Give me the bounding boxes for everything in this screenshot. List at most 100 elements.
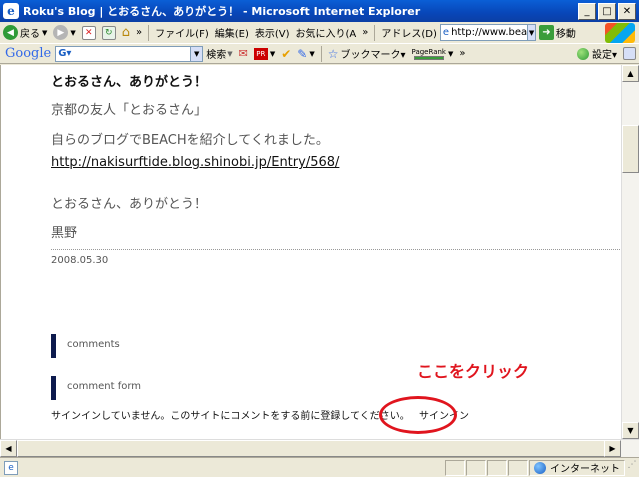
chevron-down-icon[interactable]: ▼ [527,25,535,40]
separator [148,24,150,41]
address-field[interactable]: e http://www.bea ▼ [439,24,536,41]
minimize-icon[interactable]: _ [578,2,596,20]
windows-logo-icon: W [605,22,635,43]
pagerank-bar-button[interactable]: PR ▼ [251,47,278,60]
toolbar-more-button[interactable]: » [133,27,145,38]
toolbar-options-icon [623,47,636,60]
pagerank-label: PageRank [411,47,446,56]
resize-grip-icon[interactable]: ⋰ [625,460,639,476]
google-label: Google [5,46,52,61]
status-cell [487,459,507,476]
google-search-input[interactable]: G▾ ▼ [55,45,204,62]
bookmarks-label: ブックマーク▾ [340,50,406,61]
spellcheck-icon: ✔ [281,46,292,61]
google-toolbar: Google G▾ ▼ 検索 ▼ ✉ PR ▼ ✔ ✎ ▼ ☆ ブックマーク▾ … [0,44,639,64]
scroll-up-icon[interactable]: ▲ [622,65,639,82]
address-label: アドレス(D) [381,29,437,40]
stop-icon: ✕ [81,25,96,40]
chevron-down-icon: ▼ [42,28,48,37]
comment-form-heading: comment form [67,381,142,392]
page-icon: e [442,27,450,38]
google-search-value: G▾ [58,48,72,59]
separator [374,24,376,41]
settings-icon [576,47,589,60]
home-button[interactable]: ⌂ [119,25,133,40]
comments-heading: comments [67,339,120,350]
horizontal-scrollbar[interactable]: ◀ ▶ [0,439,639,457]
scroll-down-icon[interactable]: ▼ [622,422,639,439]
signin-notice-text: サインインしていません。このサイトにコメントをする前に登録してください。 [51,411,410,422]
go-label: 移動 [555,29,576,40]
pagerank-meter [413,55,444,60]
go-arrow-icon: ➜ [538,25,554,40]
security-zone: インターネット [529,459,625,476]
scroll-left-icon[interactable]: ◀ [0,440,17,457]
post-line: 自らのブログでBEACHを紹介してくれました。 [51,133,329,148]
chevron-down-icon[interactable]: ▼ [190,46,203,61]
globe-icon [534,461,546,474]
menu-more-button[interactable]: » [359,27,371,38]
zone-label: インターネット [550,464,620,475]
window-controls: _ □ ✕ [578,2,636,20]
bookmarks-button[interactable]: ☆ ブックマーク▾ [325,46,409,62]
click-here-annotation: ここをクリック [417,362,530,381]
back-label: 戻る [20,29,40,40]
post-date: 2008.05.30 [51,255,109,266]
post-line: とおるさん、ありがとう！ [51,197,208,212]
back-button[interactable]: ◀ 戻る ▼ [0,25,50,40]
post-title: とおるさん、ありがとう！ [51,75,208,90]
menu-file[interactable]: ファイル(F) [152,25,212,40]
pagerank-icon: PR [253,47,268,60]
scroll-thumb[interactable] [17,440,621,457]
autofill-icon: ✎ [297,46,308,61]
settings-button[interactable]: 設定▾ [574,46,620,61]
google-toolbar-more-button[interactable]: » [456,48,468,59]
ie-icon: e [3,3,19,19]
google-search-button[interactable]: 検索 ▼ [203,46,235,62]
post-author: 黒野 [51,226,78,241]
status-cell [445,459,465,476]
section-bar [51,334,56,358]
popup-blocker-button[interactable]: ✉ [236,47,251,60]
title-bar: e Roku's Blog | とおるさん、ありがとう！ - Microsoft… [0,0,639,22]
stop-button[interactable]: ✕ [79,25,99,40]
chevron-down-icon: ▼ [309,49,315,58]
scroll-right-icon[interactable]: ▶ [604,440,621,457]
maximize-icon[interactable]: □ [598,2,616,20]
back-arrow-icon: ◀ [3,25,18,40]
autofill-button[interactable]: ✎ ▼ [294,47,317,61]
chevron-down-icon: ▼ [70,28,76,37]
status-panels: インターネット ⋰ [445,459,639,476]
google-logo: Google [5,46,51,61]
forward-arrow-icon: ▶ [53,25,69,40]
forward-button[interactable]: ▶ ▼ [50,25,78,40]
navigation-toolbar: ◀ 戻る ▼ ▶ ▼ ✕ ↻ ⌂ » ファイル(F) 編集(E) 表示(V) お… [0,22,639,44]
settings-label: 設定▾ [591,50,617,61]
menu-edit[interactable]: 編集(E) [212,25,252,40]
menu-favorites[interactable]: お気に入り(A [293,25,360,40]
star-icon: ☆ [327,46,339,61]
spellcheck-button[interactable]: ✔ [278,47,294,61]
google-toolbar-menu-button[interactable] [620,47,639,60]
vertical-scrollbar[interactable]: ▲ ▼ [621,65,639,439]
post-link[interactable]: http://nakisurftide.blog.shinobi.jp/Entr… [51,155,339,170]
annotation-circle [379,396,457,434]
chevron-down-icon: ▼ [447,49,454,58]
status-cell [508,459,528,476]
pagerank-button[interactable]: PageRank ▼ [409,48,457,60]
page-content[interactable]: とおるさん、ありがとう！ 京都の友人「とおるさん」 自らのブログでBEACHを紹… [0,65,621,439]
post-line: 京都の友人「とおるさん」 [51,103,208,118]
section-bar [51,376,56,400]
menu-view[interactable]: 表示(V) [252,25,293,40]
go-button[interactable]: ➜ 移動 [536,25,579,40]
address-value: http://www.bea [451,27,528,38]
status-cell [466,459,486,476]
chevron-down-icon: ▼ [269,49,276,58]
divider [51,249,621,250]
chevron-down-icon: ▼ [227,49,233,58]
scroll-thumb[interactable] [622,125,639,173]
page-icon: e [4,460,18,475]
home-icon: ⌂ [121,25,131,40]
refresh-button[interactable]: ↻ [99,25,119,40]
close-icon[interactable]: ✕ [618,2,636,20]
